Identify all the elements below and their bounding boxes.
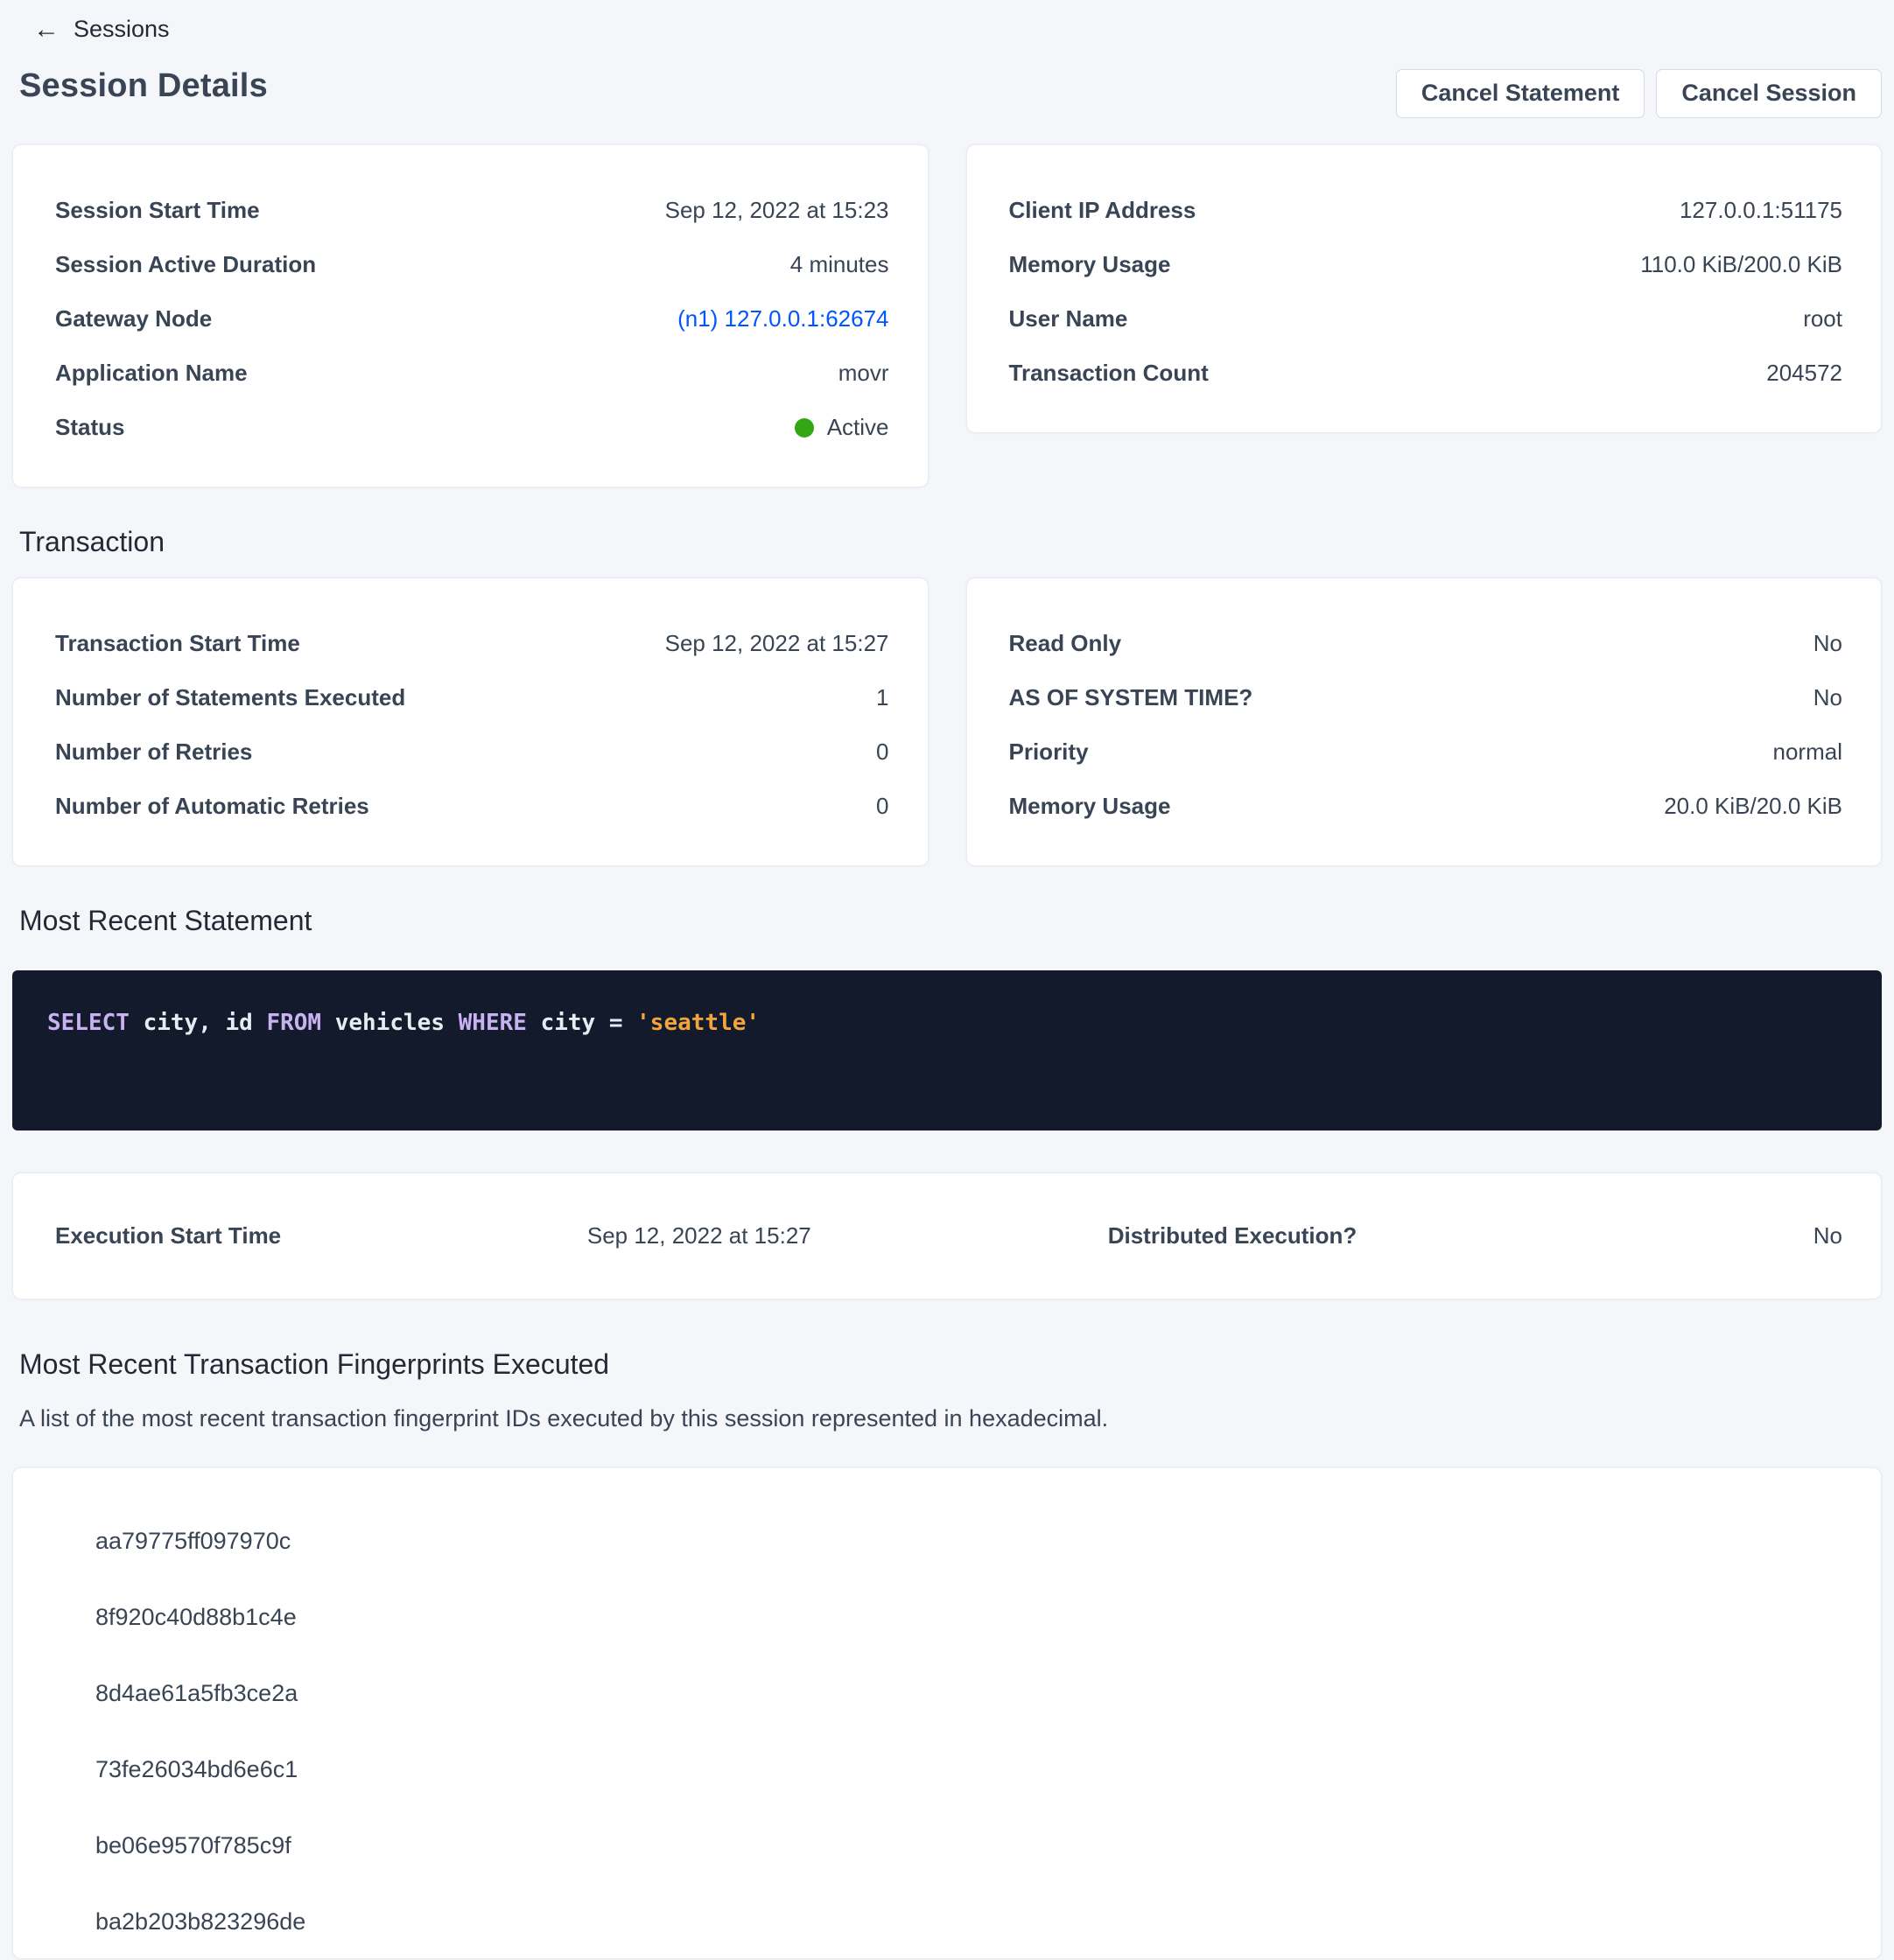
- back-to-sessions-link[interactable]: ← Sessions: [12, 9, 170, 43]
- summary-row-client-ip: Client IP Address 127.0.0.1:51175: [1009, 184, 1843, 238]
- summary-row-memory-usage: Memory Usage 110.0 KiB/200.0 KiB: [1009, 238, 1843, 292]
- fingerprints-card: aa79775ff097970c 8f920c40d88b1c4e 8d4ae6…: [12, 1467, 1882, 1959]
- summary-row-retries: Number of Retries 0: [55, 725, 889, 780]
- row-label: Application Name: [55, 360, 248, 387]
- summary-row-session-start-time: Session Start Time Sep 12, 2022 at 15:23: [55, 184, 889, 238]
- fingerprint-item: 73fe26034bd6e6c1: [95, 1732, 1842, 1808]
- sql-token: SELECT: [47, 1010, 130, 1036]
- gateway-node-link[interactable]: (n1) 127.0.0.1:62674: [677, 305, 888, 332]
- fingerprint-item: ba2b203b823296de: [95, 1884, 1842, 1960]
- row-value: 1: [876, 684, 888, 711]
- sql-statement-code: SELECT city, id FROM vehicles WHERE city…: [47, 1005, 1847, 1040]
- execution-summary-grid: Execution Start Time Sep 12, 2022 at 15:…: [55, 1222, 1842, 1250]
- sql-token: FROM: [266, 1010, 321, 1036]
- page-title: Session Details: [19, 67, 268, 105]
- row-label: Memory Usage: [1009, 793, 1171, 820]
- sql-token: city, id: [130, 1010, 267, 1036]
- row-value: 127.0.0.1:51175: [1680, 197, 1842, 224]
- sql-token: WHERE: [459, 1010, 527, 1036]
- cancel-session-button[interactable]: Cancel Session: [1656, 69, 1882, 118]
- fingerprint-item: be06e9570f785c9f: [95, 1808, 1842, 1884]
- execution-start-time-value: Sep 12, 2022 at 15:27: [556, 1222, 811, 1250]
- transaction-section-title: Transaction: [12, 526, 1882, 558]
- summary-row-gateway-node: Gateway Node (n1) 127.0.0.1:62674: [55, 292, 889, 346]
- row-value: 0: [876, 793, 888, 820]
- row-label: Session Start Time: [55, 197, 260, 224]
- fingerprints-section-description: A list of the most recent transaction fi…: [12, 1405, 1882, 1432]
- fingerprint-item: aa79775ff097970c: [95, 1503, 1842, 1579]
- summary-row-read-only: Read Only No: [1009, 617, 1843, 671]
- sql-token: city =: [527, 1010, 636, 1036]
- session-summary-card-left: Session Start Time Sep 12, 2022 at 15:23…: [12, 144, 929, 487]
- summary-row-status: Status Active: [55, 401, 889, 455]
- row-label: Priority: [1009, 738, 1089, 766]
- header-actions: Cancel Statement Cancel Session: [1396, 69, 1882, 118]
- row-value: Sep 12, 2022 at 15:23: [665, 197, 889, 224]
- row-label: Read Only: [1009, 630, 1122, 657]
- session-details-page: ← Sessions Session Details Cancel Statem…: [0, 0, 1894, 1959]
- distributed-execution-label: Distributed Execution?: [1108, 1222, 1465, 1250]
- row-label: Number of Retries: [55, 738, 252, 766]
- session-summary-row: Session Start Time Sep 12, 2022 at 15:23…: [12, 144, 1882, 487]
- sql-statement-box: SELECT city, id FROM vehicles WHERE city…: [12, 970, 1882, 1130]
- summary-row-priority: Priority normal: [1009, 725, 1843, 780]
- status-badge: Active: [795, 414, 889, 441]
- row-label: AS OF SYSTEM TIME?: [1009, 684, 1253, 711]
- row-value: movr: [838, 360, 889, 387]
- summary-row-transaction-start-time: Transaction Start Time Sep 12, 2022 at 1…: [55, 617, 889, 671]
- row-label: Gateway Node: [55, 305, 212, 332]
- row-value: normal: [1773, 738, 1842, 766]
- fingerprints-list: aa79775ff097970c 8f920c40d88b1c4e 8d4ae6…: [95, 1503, 1842, 1960]
- status-text: Active: [827, 414, 889, 441]
- row-value: root: [1803, 305, 1842, 332]
- status-active-dot-icon: [795, 418, 814, 438]
- row-label: Client IP Address: [1009, 197, 1196, 224]
- fingerprints-section-title: Most Recent Transaction Fingerprints Exe…: [12, 1348, 1882, 1381]
- row-label: User Name: [1009, 305, 1128, 332]
- distributed-execution-value: No: [1465, 1222, 1842, 1250]
- row-value: 204572: [1766, 360, 1842, 387]
- page-header: Session Details Cancel Statement Cancel …: [12, 67, 1882, 118]
- row-label: Transaction Start Time: [55, 630, 300, 657]
- row-value: No: [1813, 684, 1842, 711]
- sql-token: 'seattle': [636, 1010, 760, 1036]
- execution-summary-card: Execution Start Time Sep 12, 2022 at 15:…: [12, 1172, 1882, 1299]
- row-value: 110.0 KiB/200.0 KiB: [1640, 251, 1842, 278]
- row-value: Sep 12, 2022 at 15:27: [665, 630, 889, 657]
- statement-section-title: Most Recent Statement: [12, 905, 1882, 937]
- row-label: Transaction Count: [1009, 360, 1209, 387]
- sql-token: vehicles: [321, 1010, 459, 1036]
- summary-row-txn-memory-usage: Memory Usage 20.0 KiB/20.0 KiB: [1009, 780, 1843, 834]
- transaction-cards-row: Transaction Start Time Sep 12, 2022 at 1…: [12, 578, 1882, 866]
- row-label: Session Active Duration: [55, 251, 316, 278]
- summary-row-statements-executed: Number of Statements Executed 1: [55, 671, 889, 725]
- summary-row-transaction-count: Transaction Count 204572: [1009, 346, 1843, 401]
- fingerprint-item: 8d4ae61a5fb3ce2a: [95, 1656, 1842, 1732]
- row-value: No: [1813, 630, 1842, 657]
- summary-row-as-of-system-time: AS OF SYSTEM TIME? No: [1009, 671, 1843, 725]
- fingerprint-item: 8f920c40d88b1c4e: [95, 1579, 1842, 1656]
- row-label: Status: [55, 414, 124, 441]
- row-value: 4 minutes: [790, 251, 889, 278]
- transaction-card-left: Transaction Start Time Sep 12, 2022 at 1…: [12, 578, 929, 866]
- row-label: Number of Statements Executed: [55, 684, 405, 711]
- summary-row-user-name: User Name root: [1009, 292, 1843, 346]
- cancel-statement-button[interactable]: Cancel Statement: [1396, 69, 1645, 118]
- breadcrumb-label: Sessions: [74, 16, 170, 43]
- summary-row-automatic-retries: Number of Automatic Retries 0: [55, 780, 889, 834]
- transaction-card-right: Read Only No AS OF SYSTEM TIME? No Prior…: [966, 578, 1883, 866]
- back-arrow-icon: ←: [33, 17, 60, 43]
- summary-row-application-name: Application Name movr: [55, 346, 889, 401]
- summary-row-session-active-duration: Session Active Duration 4 minutes: [55, 238, 889, 292]
- execution-start-time-label: Execution Start Time: [55, 1222, 556, 1250]
- session-summary-card-right: Client IP Address 127.0.0.1:51175 Memory…: [966, 144, 1883, 433]
- row-label: Number of Automatic Retries: [55, 793, 369, 820]
- row-value: 0: [876, 738, 888, 766]
- row-value: 20.0 KiB/20.0 KiB: [1664, 793, 1842, 820]
- row-label: Memory Usage: [1009, 251, 1171, 278]
